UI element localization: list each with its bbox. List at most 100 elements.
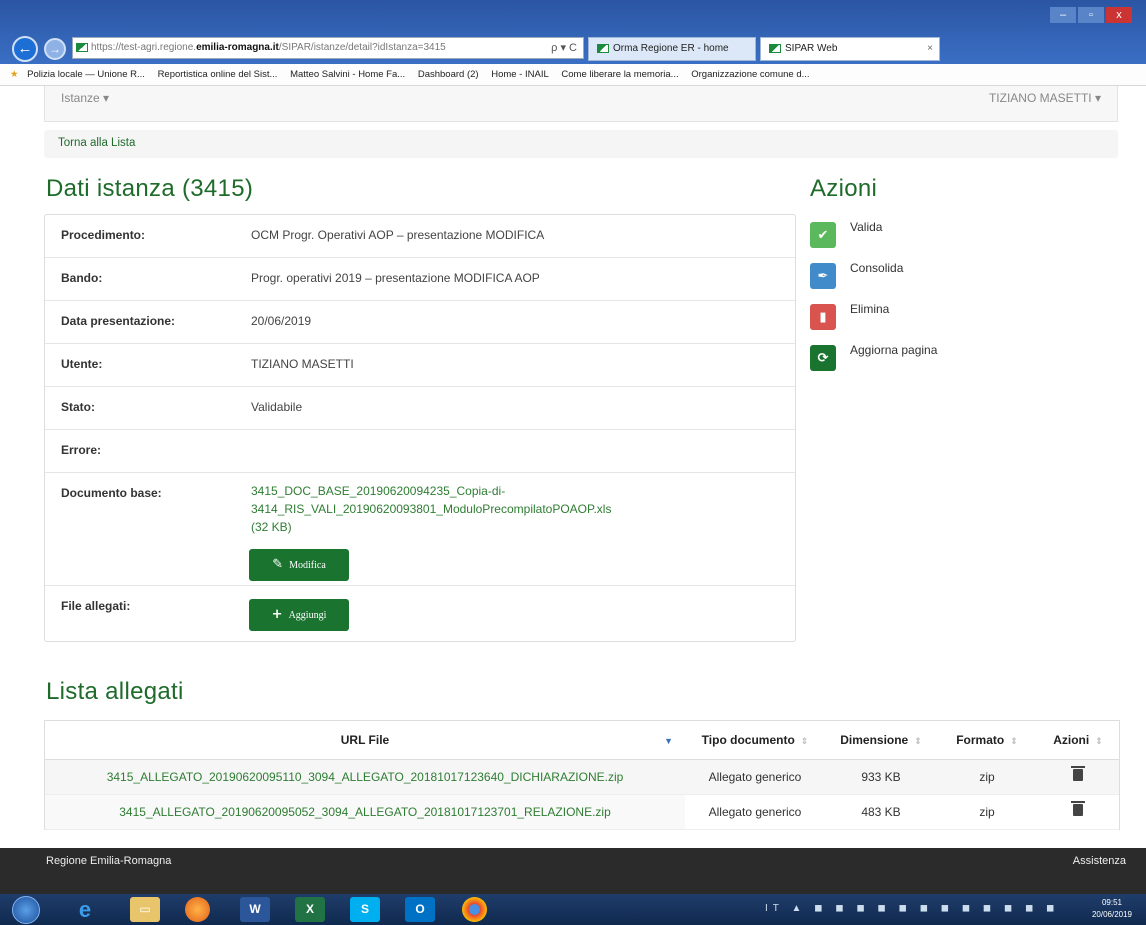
language-indicator[interactable]: IT <box>765 903 784 914</box>
start-button[interactable] <box>12 896 40 924</box>
attachment-format: zip <box>937 794 1037 830</box>
column-label: Dimensione <box>840 732 909 747</box>
column-label: Formato <box>956 732 1005 747</box>
close-window-button[interactable]: x <box>1106 7 1132 23</box>
address-bar[interactable]: https://test-agri.regione.emilia-romagna… <box>72 37 584 59</box>
address-row: ← → https://test-agri.regione.emilia-rom… <box>0 33 1146 63</box>
detail-row-data: Data presentazione: 20/06/2019 <box>45 301 795 344</box>
attachment-url-link[interactable]: 3415_ALLEGATO_20190620095110_3094_ALLEGA… <box>45 759 685 795</box>
sort-icon[interactable]: ⇕ <box>914 736 922 746</box>
detail-label: File allegati: <box>61 599 131 613</box>
skype-icon[interactable]: S <box>350 897 380 922</box>
assistenza-link[interactable]: Assistenza <box>1073 855 1126 867</box>
page-content: Istanze ▾ TIZIANO MASETTI ▾ Torna alla L… <box>0 86 1146 848</box>
check-icon: ✔ <box>810 222 836 248</box>
detail-label: Stato: <box>61 400 95 414</box>
tab-favicon-icon <box>769 43 781 53</box>
detail-label: Utente: <box>61 357 103 371</box>
maximize-button[interactable]: ▫ <box>1078 7 1104 23</box>
minimize-button[interactable]: – <box>1050 7 1076 23</box>
attachment-url-link[interactable]: 3415_ALLEGATO_20190620095052_3094_ALLEGA… <box>45 794 685 830</box>
bookmarks-bar: ★ Polizia locale — Unione R... Reportist… <box>0 64 1146 86</box>
button-label: Aggiungi <box>288 610 327 621</box>
bookmark-item[interactable]: Organizzazione comune d... <box>691 69 809 80</box>
ie-icon[interactable]: e <box>70 897 100 922</box>
bookmark-item[interactable]: Come liberare la memoria... <box>561 69 678 80</box>
attachment-size: 933 KB <box>825 759 937 795</box>
column-label: Azioni <box>1053 732 1090 747</box>
bookmark-item[interactable]: Home - INAIL <box>491 69 549 80</box>
footer-brand: Regione Emilia-Romagna <box>46 855 172 867</box>
delete-attachment-icon[interactable] <box>1071 766 1085 781</box>
detail-value: 20/06/2019 <box>251 314 312 328</box>
bookmark-item[interactable]: Dashboard (2) <box>418 69 479 80</box>
attachments-table: URL File ▼ Tipo documento ⇕ Dimensione ⇕ Fo… <box>44 720 1120 830</box>
detail-label: Procedimento: <box>61 228 146 242</box>
outlook-icon[interactable]: O <box>405 897 435 922</box>
back-to-list-link[interactable]: Torna alla Lista <box>58 137 135 149</box>
user-menu[interactable]: TIZIANO MASETTI ▾ <box>989 91 1101 105</box>
pencil-icon: ✎ <box>272 557 284 572</box>
word-icon[interactable]: W <box>240 897 270 922</box>
sort-icon[interactable]: ⇕ <box>1095 736 1103 746</box>
detail-row-stato: Stato: Validabile <box>45 387 795 430</box>
explorer-icon[interactable]: ▭ <box>130 897 160 922</box>
action-label: Consolida <box>850 261 904 275</box>
sort-icon[interactable]: ⇕ <box>1010 736 1018 746</box>
action-label: Aggiorna pagina <box>850 343 938 357</box>
search-refresh-icon[interactable]: ρ ▾ C <box>551 38 577 58</box>
bookmark-item[interactable]: Reportistica online del Sist... <box>158 69 278 80</box>
column-dimensione[interactable]: Dimensione ⇕ <box>825 721 937 760</box>
windows-taskbar: e ▭ W X S O IT ▲ ◼ ◼ ◼ ◼ ◼ ◼ ◼ ◼ ◼ ◼ ◼ ◼… <box>0 894 1146 925</box>
page-footer: Regione Emilia-Romagna Assistenza <box>0 848 1146 894</box>
url-path: /SIPAR/istanze/detail?idIstanza=3415 <box>278 42 446 53</box>
sort-icon[interactable]: ⇕ <box>801 736 809 746</box>
delete-attachment-icon[interactable] <box>1071 801 1085 816</box>
favorites-star-icon[interactable]: ★ <box>10 69 19 80</box>
detail-label: Bando: <box>61 271 103 285</box>
detail-row-utente: Utente: TIZIANO MASETTI <box>45 344 795 387</box>
detail-row-allegati: File allegati: + Aggiungi <box>45 586 795 642</box>
pin-icon: ✒ <box>810 263 836 289</box>
attachments-title: Lista allegati <box>46 678 184 705</box>
tab-orma-home[interactable]: Orma Regione ER - home <box>588 37 756 61</box>
bookmark-item[interactable]: Polizia locale — Unione R... <box>27 69 145 80</box>
tab-close-icon[interactable]: × <box>927 38 933 60</box>
detail-value: TIZIANO MASETTI <box>251 357 354 371</box>
column-tipo[interactable]: Tipo documento ⇕ <box>685 721 825 760</box>
plus-icon: + <box>271 607 283 622</box>
site-favicon-icon <box>76 43 88 52</box>
detail-label: Documento base: <box>61 486 162 500</box>
system-clock[interactable]: 09:51 20/06/2019 <box>1092 897 1132 921</box>
forward-button[interactable]: → <box>44 38 66 60</box>
back-button[interactable]: ← <box>12 36 38 62</box>
column-url[interactable]: URL File ▼ <box>45 721 685 760</box>
breadcrumb: Torna alla Lista <box>44 130 1118 158</box>
attachment-actions <box>1037 794 1119 830</box>
bookmark-item[interactable]: Matteo Salvini - Home Fa... <box>290 69 405 80</box>
sort-desc-icon[interactable]: ▼ <box>664 736 673 746</box>
tab-favicon-icon <box>597 43 609 53</box>
detail-value: Progr. operativi 2019 – presentazione MO… <box>251 271 540 285</box>
chrome-icon[interactable] <box>462 897 487 922</box>
istanze-menu[interactable]: Istanze ▾ <box>61 91 109 105</box>
detail-row-documento: Documento base: 3415_DOC_BASE_2019062009… <box>45 473 795 586</box>
table-header-row: URL File ▼ Tipo documento ⇕ Dimensione ⇕ Fo… <box>45 721 1119 760</box>
tab-sipar-web[interactable]: SIPAR Web × <box>760 37 940 61</box>
excel-icon[interactable]: X <box>295 897 325 922</box>
firefox-icon[interactable] <box>185 897 210 922</box>
window-controls: – ▫ x <box>1048 6 1138 24</box>
system-tray: IT ▲ ◼ ◼ ◼ ◼ ◼ ◼ ◼ ◼ ◼ ◼ ◼ ◼ <box>765 903 1060 914</box>
column-formato[interactable]: Formato ⇕ <box>937 721 1037 760</box>
detail-value: OCM Progr. Operativi AOP – presentazione… <box>251 228 545 242</box>
url-prefix: https://test-agri.regione. <box>91 42 197 53</box>
top-navbar: Istanze ▾ TIZIANO MASETTI ▾ <box>44 86 1118 122</box>
table-row: 3415_ALLEGATO_20190620095110_3094_ALLEGA… <box>45 759 1119 795</box>
aggiungi-button[interactable]: + Aggiungi <box>249 599 349 631</box>
column-azioni[interactable]: Azioni ⇕ <box>1037 721 1119 760</box>
document-link[interactable]: 3415_DOC_BASE_20190620094235_Copia-di- 3… <box>251 482 681 536</box>
modifica-button[interactable]: ✎ Modifica <box>249 549 349 581</box>
attachment-format: zip <box>937 759 1037 795</box>
tab-label: Orma Regione ER - home <box>613 43 729 54</box>
attachment-type: Allegato generico <box>685 794 825 830</box>
